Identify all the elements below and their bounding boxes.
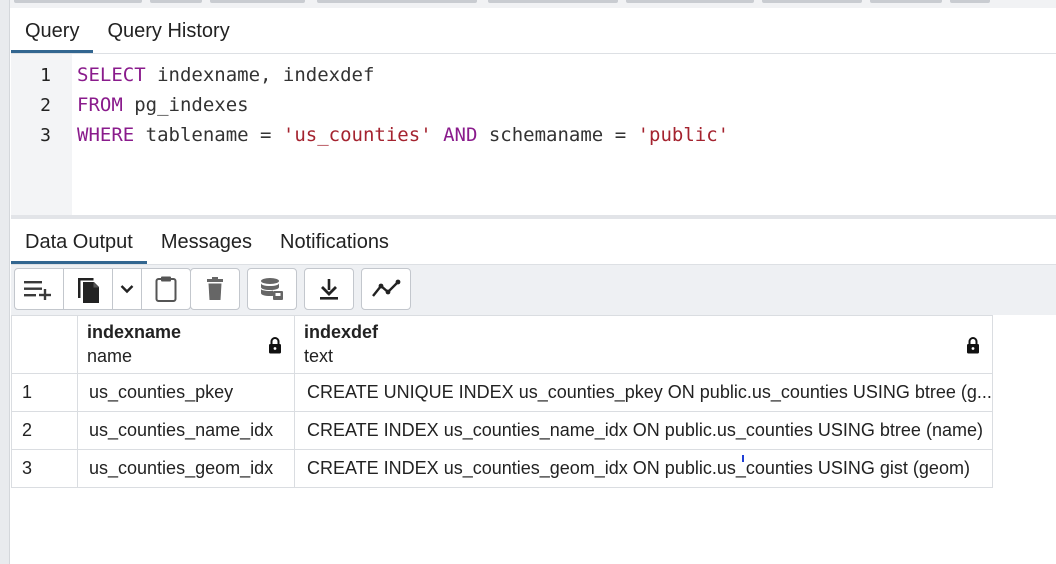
paste-button[interactable] (141, 268, 191, 310)
table-row[interactable]: 1 us_counties_pkey CREATE UNIQUE INDEX u… (11, 373, 993, 412)
sql-text: indexname, indexdef (145, 64, 375, 86)
delete-button[interactable] (190, 268, 240, 310)
lock-icon (967, 337, 979, 354)
code-line: 1 SELECT indexname, indexdef (11, 60, 374, 90)
add-row-button[interactable] (14, 268, 64, 310)
row-number[interactable]: 2 (11, 411, 78, 450)
column-type: name (87, 346, 133, 366)
row-number[interactable]: 1 (11, 373, 78, 412)
cell-indexdef[interactable]: CREATE INDEX us_counties_name_idx ON pub… (294, 411, 993, 450)
copy-options-dropdown[interactable] (112, 268, 142, 310)
line-number: 3 (40, 124, 51, 146)
sql-keyword: WHERE (77, 124, 135, 146)
tab-data-output[interactable]: Data Output (11, 219, 147, 265)
sql-keyword: AND (443, 124, 478, 146)
graph-visualiser-button[interactable] (361, 268, 411, 310)
paste-icon (155, 276, 177, 302)
download-icon (320, 279, 338, 300)
sql-string: 'public' (637, 124, 730, 146)
grid-header-row: indexname name indexdef text (11, 315, 993, 374)
delete-icon (207, 277, 223, 300)
cell-indexname[interactable]: us_counties_pkey (77, 373, 295, 412)
line-number: 2 (40, 94, 51, 116)
code-text: SELECT indexname, indexdef (77, 64, 374, 86)
graph-icon (372, 279, 401, 297)
code-text: WHERE tablename = 'us_counties' AND sche… (77, 124, 729, 146)
sql-string: 'us_counties' (282, 124, 432, 146)
save-data-button[interactable] (247, 268, 297, 310)
copy-button[interactable] (63, 268, 113, 310)
row-number-header[interactable] (11, 315, 78, 374)
copy-icon (78, 278, 99, 303)
sql-keyword: SELECT (77, 64, 146, 86)
code-text: FROM pg_indexes (77, 94, 249, 116)
cell-indexdef[interactable]: CREATE INDEX us_counties_geom_idx ON pub… (294, 449, 993, 488)
code-line: 2 FROM pg_indexes (11, 90, 248, 120)
sql-text: pg_indexes (122, 94, 249, 116)
sql-keyword: FROM (77, 94, 123, 116)
code-line: 3 WHERE tablename = 'us_counties' AND sc… (11, 120, 729, 150)
left-panel-edge (0, 0, 10, 564)
column-type: text (304, 346, 334, 366)
tab-query-history[interactable]: Query History (93, 8, 243, 54)
column-name: indexdef (304, 322, 379, 342)
cell-indexname[interactable]: us_counties_geom_idx (77, 449, 295, 488)
table-row[interactable]: 2 us_counties_name_idx CREATE INDEX us_c… (11, 411, 993, 450)
sql-text: tablename = (134, 124, 283, 146)
tab-query[interactable]: Query (11, 8, 94, 54)
table-row[interactable]: 3 us_counties_geom_idx CREATE INDEX us_c… (11, 449, 993, 488)
tab-messages[interactable]: Messages (147, 219, 266, 265)
column-name: indexname (87, 322, 182, 342)
tab-notifications[interactable]: Notifications (266, 219, 403, 265)
chevron-down-icon (120, 285, 134, 294)
row-number[interactable]: 3 (11, 449, 78, 488)
save-data-icon (261, 278, 283, 300)
column-header-indexname[interactable]: indexname name (77, 315, 295, 374)
cell-indexname[interactable]: us_counties_name_idx (77, 411, 295, 450)
line-number: 1 (40, 64, 51, 86)
download-button[interactable] (304, 268, 354, 310)
results-grid: indexname name indexdef text 1 us_counti… (11, 315, 993, 488)
mouse-cursor-marker (742, 455, 744, 462)
column-header-indexdef[interactable]: indexdef text (294, 315, 993, 374)
top-toolbar-edge (10, 0, 1056, 8)
sql-text: schemaname = (477, 124, 638, 146)
sql-editor[interactable]: 1 SELECT indexname, indexdef 2 FROM pg_i… (11, 54, 1056, 215)
lock-icon (269, 337, 281, 354)
output-tabbar: Data Output Messages Notifications (11, 219, 403, 265)
add-row-icon (24, 281, 51, 300)
query-tabbar: Query Query History (11, 8, 244, 54)
cell-indexdef[interactable]: CREATE UNIQUE INDEX us_counties_pkey ON … (294, 373, 993, 412)
data-output-toolbar (11, 265, 1056, 315)
